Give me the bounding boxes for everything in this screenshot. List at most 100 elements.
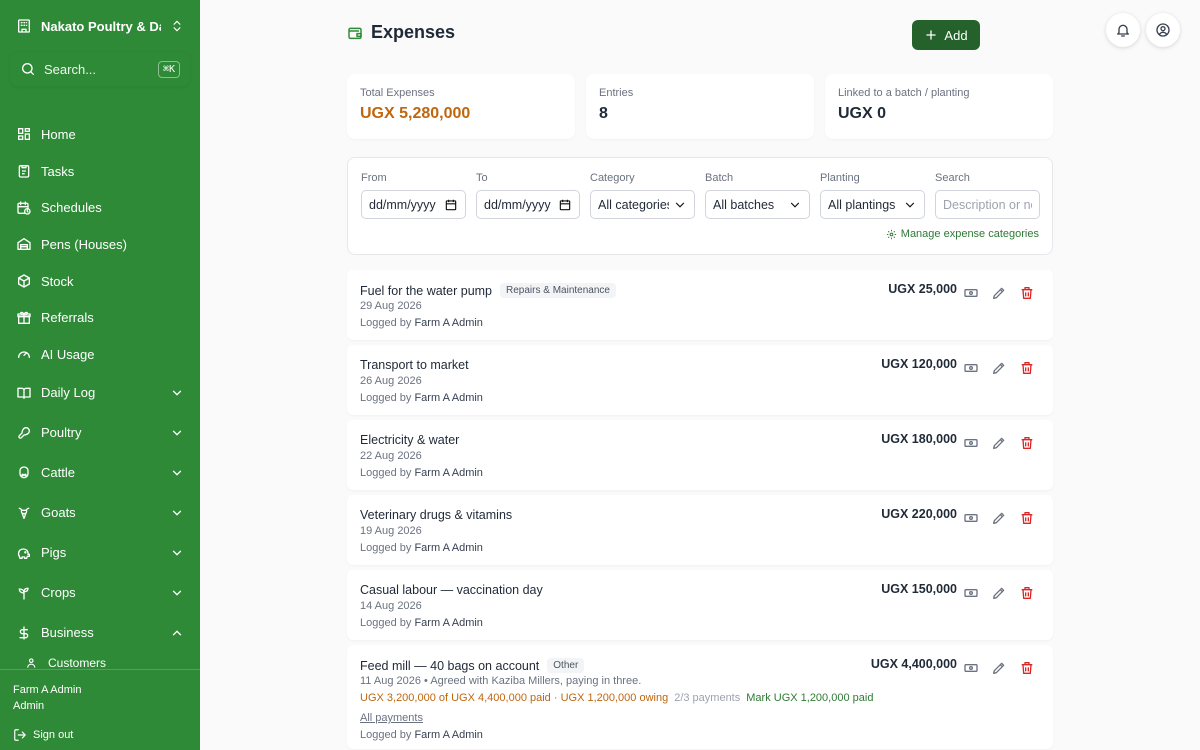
add-expense-button[interactable]: Add <box>912 20 980 50</box>
chevron-down-icon <box>172 590 182 596</box>
search-icon <box>22 62 34 75</box>
filter-label: To <box>476 172 488 184</box>
sidebar-item-pens[interactable]: Pens (Houses) <box>0 226 200 263</box>
sidebar-group-cattle[interactable]: Cattle <box>0 453 200 493</box>
expense-row[interactable]: Transport to market 26 Aug 2026 Logged b… <box>347 345 1053 415</box>
sidebar-subitem-label: Customers <box>48 655 107 669</box>
farm-switcher[interactable]: Nakato Poultry & Da... <box>0 0 200 52</box>
search-placeholder: Search... <box>44 61 97 77</box>
logout-icon <box>14 729 26 741</box>
expense-row[interactable]: Fuel for the water pump Repairs & Mainte… <box>347 270 1053 340</box>
sidebar-group-poultry[interactable]: Poultry <box>0 413 200 453</box>
payment-icon[interactable] <box>963 660 979 676</box>
sidebar-nav: Home Tasks Schedules Pens (Houses) Stock… <box>0 116 200 669</box>
calendar-icon <box>559 199 571 210</box>
expense-title-text: Veterinary drugs & vitamins <box>360 508 513 522</box>
trash-icon[interactable] <box>1019 510 1035 526</box>
sidebar-group-crops[interactable]: Crops <box>0 573 200 613</box>
expense-title: Feed mill — 40 bags on account Other <box>360 658 585 673</box>
expense-amount: UGX 25,000 <box>888 282 957 296</box>
sidebar-group-goats[interactable]: Goats <box>0 493 200 533</box>
warehouse-icon <box>17 238 31 251</box>
manage-categories-link[interactable]: Manage expense categories <box>886 228 1039 240</box>
edit-icon[interactable] <box>991 510 1007 526</box>
expense-row[interactable]: Feed mill — 40 bags on account Other 11 … <box>347 645 1053 749</box>
row-actions <box>963 360 1035 376</box>
logged-by: Logged by Farm A Admin <box>360 392 483 404</box>
logged-by-user: Farm A Admin <box>414 317 483 329</box>
sidebar-item-ai-usage[interactable]: AI Usage <box>0 336 200 373</box>
farm-name: Nakato Poultry & Da... <box>41 18 161 34</box>
expense-title-text: Transport to market <box>360 358 469 372</box>
sidebar-group-label: Goats <box>41 505 76 521</box>
logged-by: Logged by Farm A Admin <box>360 729 483 741</box>
logged-by: Logged by Farm A Admin <box>360 617 483 629</box>
search-shortcut: ⌘K <box>157 60 180 78</box>
sign-out-button[interactable]: Sign out <box>13 728 187 742</box>
sidebar-subitem-customers[interactable]: Customers <box>0 653 200 669</box>
plus-icon <box>926 30 937 40</box>
notifications-button[interactable] <box>1106 13 1140 47</box>
from-date-input[interactable]: dd/mm/yyyy <box>361 190 466 219</box>
select-value: All plantings <box>828 197 896 212</box>
planting-select[interactable]: All plantings <box>820 190 925 219</box>
stat-entries: Entries 8 <box>586 74 814 139</box>
stat-label: Total Expenses <box>360 87 435 99</box>
edit-icon[interactable] <box>991 285 1007 301</box>
row-actions <box>963 435 1035 451</box>
payment-icon[interactable] <box>963 510 979 526</box>
sidebar-item-stock[interactable]: Stock <box>0 263 200 300</box>
trash-icon[interactable] <box>1019 660 1035 676</box>
trash-icon[interactable] <box>1019 435 1035 451</box>
expense-date: 29 Aug 2026 <box>360 300 422 312</box>
search-button[interactable]: Search... ⌘K <box>10 52 190 86</box>
calendar-icon <box>445 199 457 210</box>
chevron-down-icon <box>790 202 800 208</box>
trash-icon[interactable] <box>1019 585 1035 601</box>
expense-row[interactable]: Veterinary drugs & vitamins 19 Aug 2026 … <box>347 495 1053 565</box>
expense-row[interactable]: Electricity & water 22 Aug 2026 Logged b… <box>347 420 1053 490</box>
add-button-label: Add <box>944 27 968 43</box>
select-value: All categories <box>598 197 669 212</box>
pig-icon <box>17 548 30 559</box>
payment-icon[interactable] <box>963 585 979 601</box>
edit-icon[interactable] <box>991 660 1007 676</box>
logged-by-prefix: Logged by <box>360 317 412 329</box>
account-button[interactable] <box>1146 13 1180 47</box>
sidebar-item-label: Referrals <box>41 310 94 326</box>
chevron-down-icon <box>172 470 182 476</box>
trash-icon[interactable] <box>1019 285 1035 301</box>
category-select[interactable]: All categories <box>590 190 695 219</box>
expense-row[interactable]: Casual labour — vaccination day 14 Aug 2… <box>347 570 1053 640</box>
sidebar-group-label: Cattle <box>41 465 75 481</box>
search-input[interactable]: Description or notes <box>935 190 1040 219</box>
all-payments-link[interactable]: All payments <box>360 712 423 724</box>
edit-icon[interactable] <box>991 435 1007 451</box>
payment-icon[interactable] <box>963 435 979 451</box>
sidebar-group-pigs[interactable]: Pigs <box>0 533 200 573</box>
sidebar-group-business[interactable]: Business <box>0 613 200 653</box>
edit-icon[interactable] <box>991 585 1007 601</box>
sidebar-item-tasks[interactable]: Tasks <box>0 153 200 190</box>
sprout-icon <box>18 587 29 600</box>
sidebar-group-daily-log[interactable]: Daily Log <box>0 373 200 413</box>
batch-select[interactable]: All batches <box>705 190 810 219</box>
mark-paid-button[interactable]: Mark UGX 1,200,000 paid <box>746 692 873 704</box>
logged-by-prefix: Logged by <box>360 617 412 629</box>
sidebar-group-label: Daily Log <box>41 385 96 401</box>
edit-icon[interactable] <box>991 360 1007 376</box>
payment-icon[interactable] <box>963 360 979 376</box>
expense-title-text: Feed mill — 40 bags on account <box>360 658 540 673</box>
logged-by-prefix: Logged by <box>360 392 412 404</box>
trash-icon[interactable] <box>1019 360 1035 376</box>
sidebar-item-schedules[interactable]: Schedules <box>0 189 200 226</box>
row-actions <box>963 285 1035 301</box>
sidebar-item-referrals[interactable]: Referrals <box>0 299 200 336</box>
payment-status-line: UGX 3,200,000 of UGX 4,400,000 paid · UG… <box>360 692 873 704</box>
gauge-icon <box>18 351 30 359</box>
logged-by-user: Farm A Admin <box>414 392 483 404</box>
sidebar-item-home[interactable]: Home <box>0 116 200 153</box>
payment-icon[interactable] <box>963 285 979 301</box>
to-date-input[interactable]: dd/mm/yyyy <box>476 190 580 219</box>
sign-out-label: Sign out <box>33 729 74 741</box>
